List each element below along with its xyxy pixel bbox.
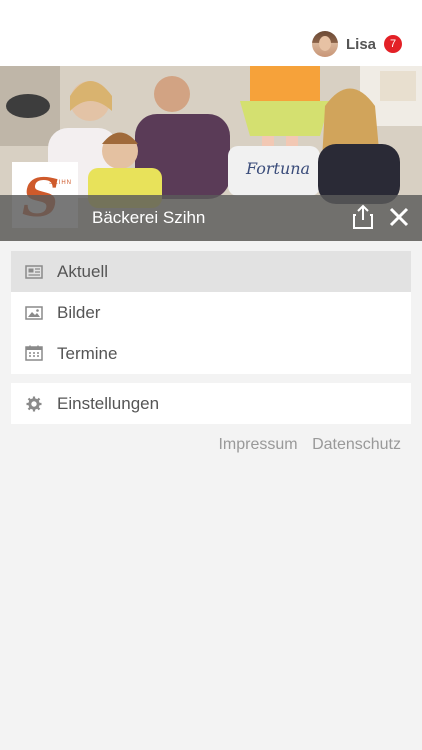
- close-icon[interactable]: [389, 207, 409, 227]
- image-icon: [25, 306, 43, 320]
- user-name[interactable]: Lisa: [346, 36, 376, 53]
- menu-label: Bilder: [57, 302, 101, 322]
- menu-item-aktuell[interactable]: Aktuell: [11, 251, 411, 292]
- settings-menu: Einstellungen: [11, 383, 411, 424]
- notification-badge[interactable]: 7: [384, 35, 402, 53]
- menu-label: Aktuell: [57, 261, 109, 281]
- top-bar: Lisa 7: [0, 0, 422, 66]
- svg-text:Fortuna: Fortuna: [245, 159, 310, 178]
- header-bar: Bäckerei Szihn: [0, 195, 422, 241]
- gear-icon: [26, 396, 42, 412]
- impressum-link[interactable]: Impressum: [218, 436, 297, 453]
- menu-item-bilder[interactable]: Bilder: [11, 292, 411, 333]
- menu-label: Einstellungen: [57, 393, 160, 413]
- user-profile[interactable]: Lisa 7: [311, 30, 402, 58]
- hero-banner: Fortuna S SZIHN Bäckerei Szihn: [0, 66, 422, 241]
- calendar-icon: [25, 345, 43, 361]
- avatar[interactable]: [311, 31, 338, 57]
- menu-label: Termine: [57, 343, 118, 363]
- menu-item-termine[interactable]: Termine: [11, 333, 411, 374]
- newspaper-icon: [25, 265, 43, 279]
- main-menu: Aktuell Bilder Termine: [11, 251, 411, 374]
- datenschutz-link[interactable]: Datenschutz: [312, 436, 401, 453]
- footer-links: Impressum Datenschutz: [208, 436, 401, 454]
- share-icon[interactable]: [352, 204, 374, 230]
- menu-item-einstellungen[interactable]: Einstellungen: [11, 383, 411, 424]
- page-title: Bäckerei Szihn: [92, 208, 206, 227]
